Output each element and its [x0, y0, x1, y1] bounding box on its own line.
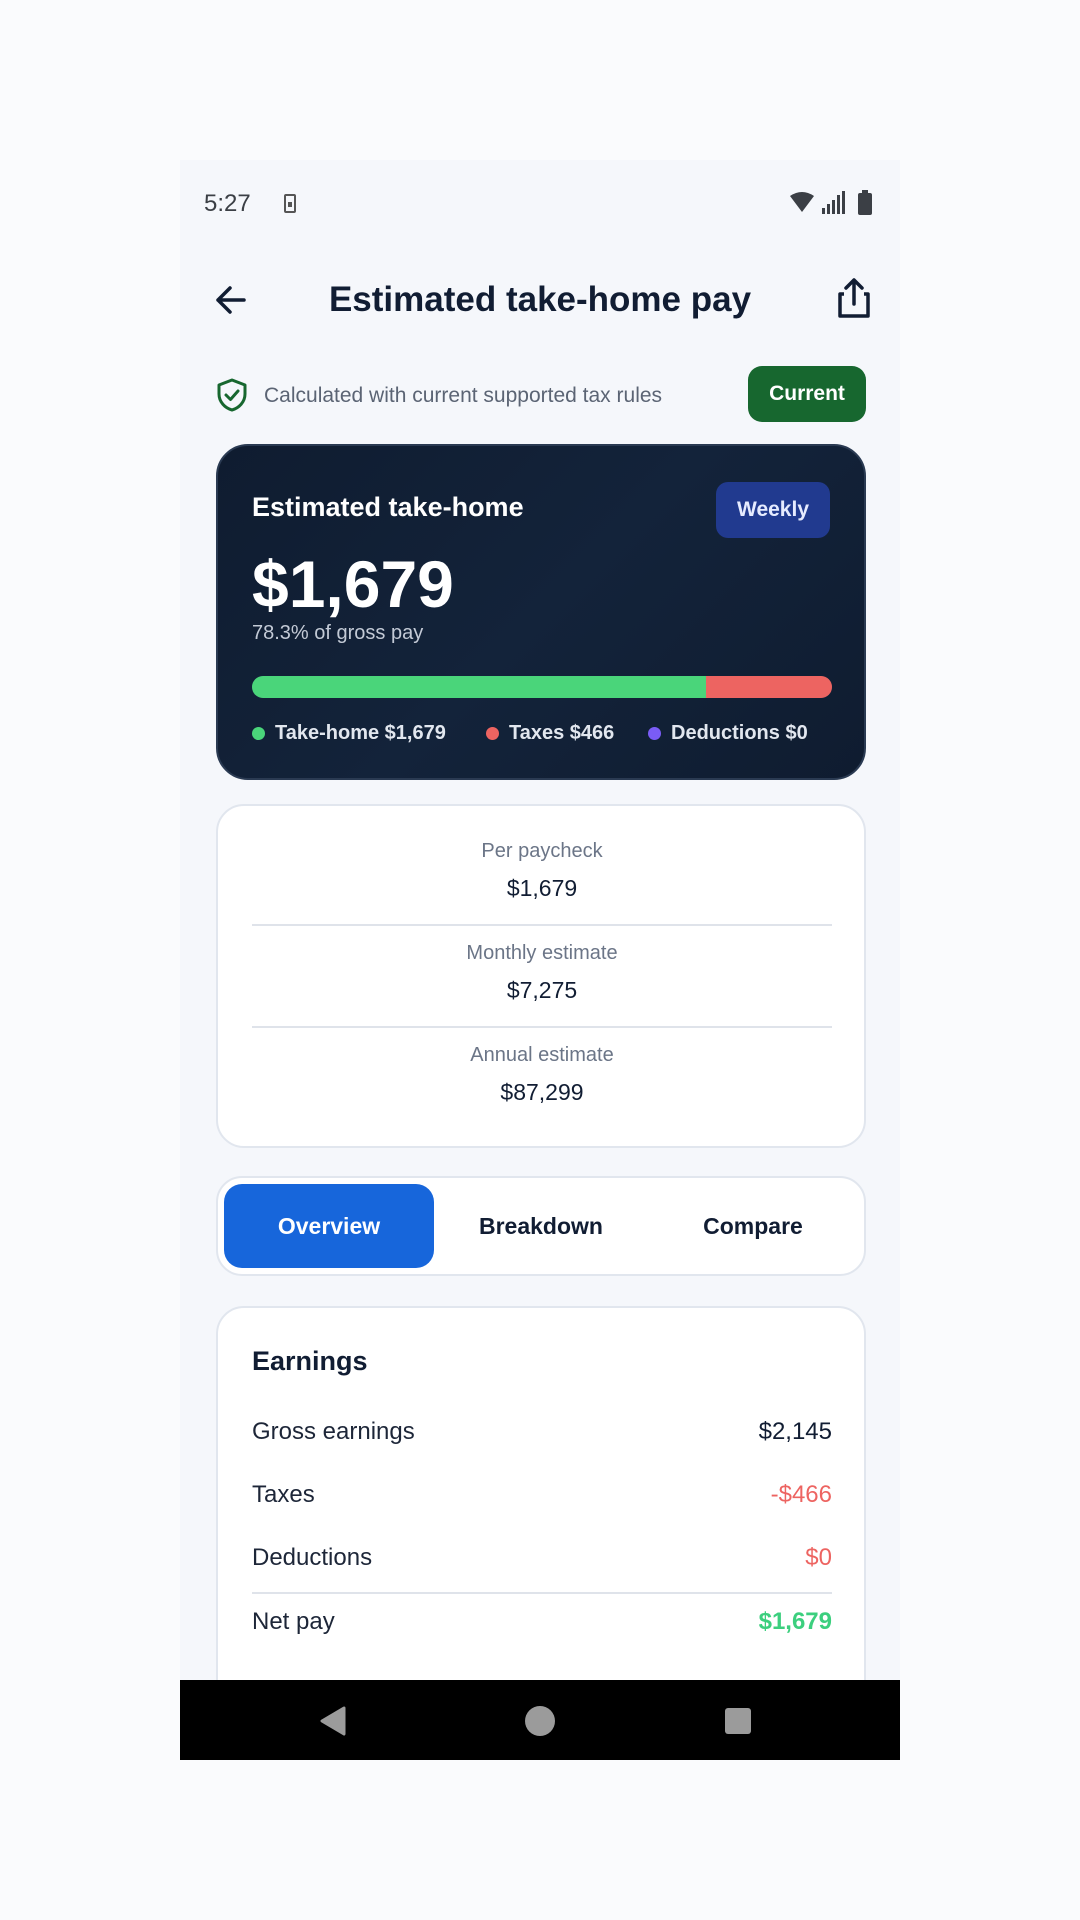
legend-dot: [648, 727, 661, 740]
earnings-value: $2,145: [758, 1418, 832, 1445]
view-tabs: Overview Breakdown Compare: [216, 1176, 866, 1276]
take-home-title: Estimated take-home: [252, 492, 524, 522]
battery-icon: [858, 190, 872, 215]
legend-take-home: Take-home $1,679: [252, 722, 446, 745]
summary-value: $1,679: [506, 875, 578, 901]
status-time: 5:27: [204, 190, 251, 217]
take-home-segment: [252, 676, 707, 698]
shield-check-icon: [217, 378, 247, 412]
page-title: Estimated take-home pay: [328, 280, 752, 319]
summary-annual: Annual estimate $87,299: [252, 1044, 832, 1106]
summary-label: Per paycheck: [481, 840, 603, 862]
take-home-card: Estimated take-home Weekly $1,679 78.3% …: [216, 444, 866, 780]
sim-icon: [284, 194, 296, 213]
earnings-row-gross: Gross earnings $2,145: [252, 1418, 832, 1458]
tab-overview[interactable]: Overview: [224, 1184, 434, 1268]
legend-taxes: Taxes $466: [486, 722, 614, 745]
tab-breakdown[interactable]: Breakdown: [436, 1184, 646, 1268]
divider: [252, 1026, 832, 1028]
earnings-row-taxes: Taxes -$466: [252, 1481, 832, 1521]
pay-period-button[interactable]: Weekly: [716, 482, 830, 538]
legend-deductions: Deductions $0: [648, 722, 808, 745]
divider: [252, 1592, 832, 1594]
share-icon[interactable]: [830, 274, 878, 322]
legend-label: Take-home $1,679: [275, 722, 446, 744]
earnings-label: Taxes: [252, 1481, 315, 1508]
earnings-label: Net pay: [252, 1608, 335, 1635]
summary-label: Monthly estimate: [466, 942, 618, 964]
status-bar: 5:27: [180, 160, 900, 250]
earnings-value: $0: [805, 1544, 832, 1571]
pay-summary-card: Per paycheck $1,679 Monthly estimate $7,…: [216, 804, 866, 1148]
divider: [252, 924, 832, 926]
status-icons: [790, 190, 872, 215]
earnings-label: Deductions: [252, 1544, 373, 1571]
take-home-amount: $1,679: [252, 547, 454, 621]
gross-percent-text: 78.3% of gross pay: [252, 622, 424, 644]
tax-rules-text: Calculated with current supported tax ru…: [264, 384, 663, 407]
earnings-value: -$466: [770, 1481, 832, 1508]
legend-dot: [252, 727, 265, 740]
signal-icon: [822, 191, 845, 214]
summary-per-paycheck: Per paycheck $1,679: [252, 840, 832, 902]
earnings-label: Gross earnings: [252, 1418, 415, 1445]
summary-value: $7,275: [506, 977, 578, 1003]
earnings-value: $1,679: [758, 1608, 832, 1635]
tab-compare[interactable]: Compare: [648, 1184, 858, 1268]
summary-label: Annual estimate: [470, 1044, 614, 1066]
legend-label: Taxes $466: [509, 722, 615, 744]
current-button[interactable]: Current: [748, 366, 866, 422]
wifi-icon: [790, 192, 814, 212]
tax-rules-notice: Calculated with current supported tax ru…: [216, 366, 866, 424]
legend-dot: [486, 727, 499, 740]
pay-split-legend: Take-home $1,679 Taxes $466 Deductions $…: [252, 722, 852, 752]
taxes-segment: [706, 676, 832, 698]
phone-screen: 5:27 Estimated take-home pay Calculated …: [180, 160, 900, 1760]
summary-value: $87,299: [500, 1079, 584, 1105]
nav-back-icon[interactable]: [318, 1706, 346, 1736]
legend-label: Deductions $0: [671, 722, 808, 744]
nav-home-icon[interactable]: [525, 1706, 555, 1736]
pay-split-bar: [252, 676, 832, 698]
summary-monthly: Monthly estimate $7,275: [252, 942, 832, 1004]
earnings-title: Earnings: [252, 1346, 368, 1376]
earnings-row-deductions: Deductions $0: [252, 1544, 832, 1584]
system-nav-bar: [180, 1680, 900, 1760]
app-bar: Estimated take-home pay: [180, 250, 900, 350]
nav-recents-icon[interactable]: [725, 1708, 751, 1734]
earnings-row-net: Net pay $1,679: [252, 1608, 832, 1648]
